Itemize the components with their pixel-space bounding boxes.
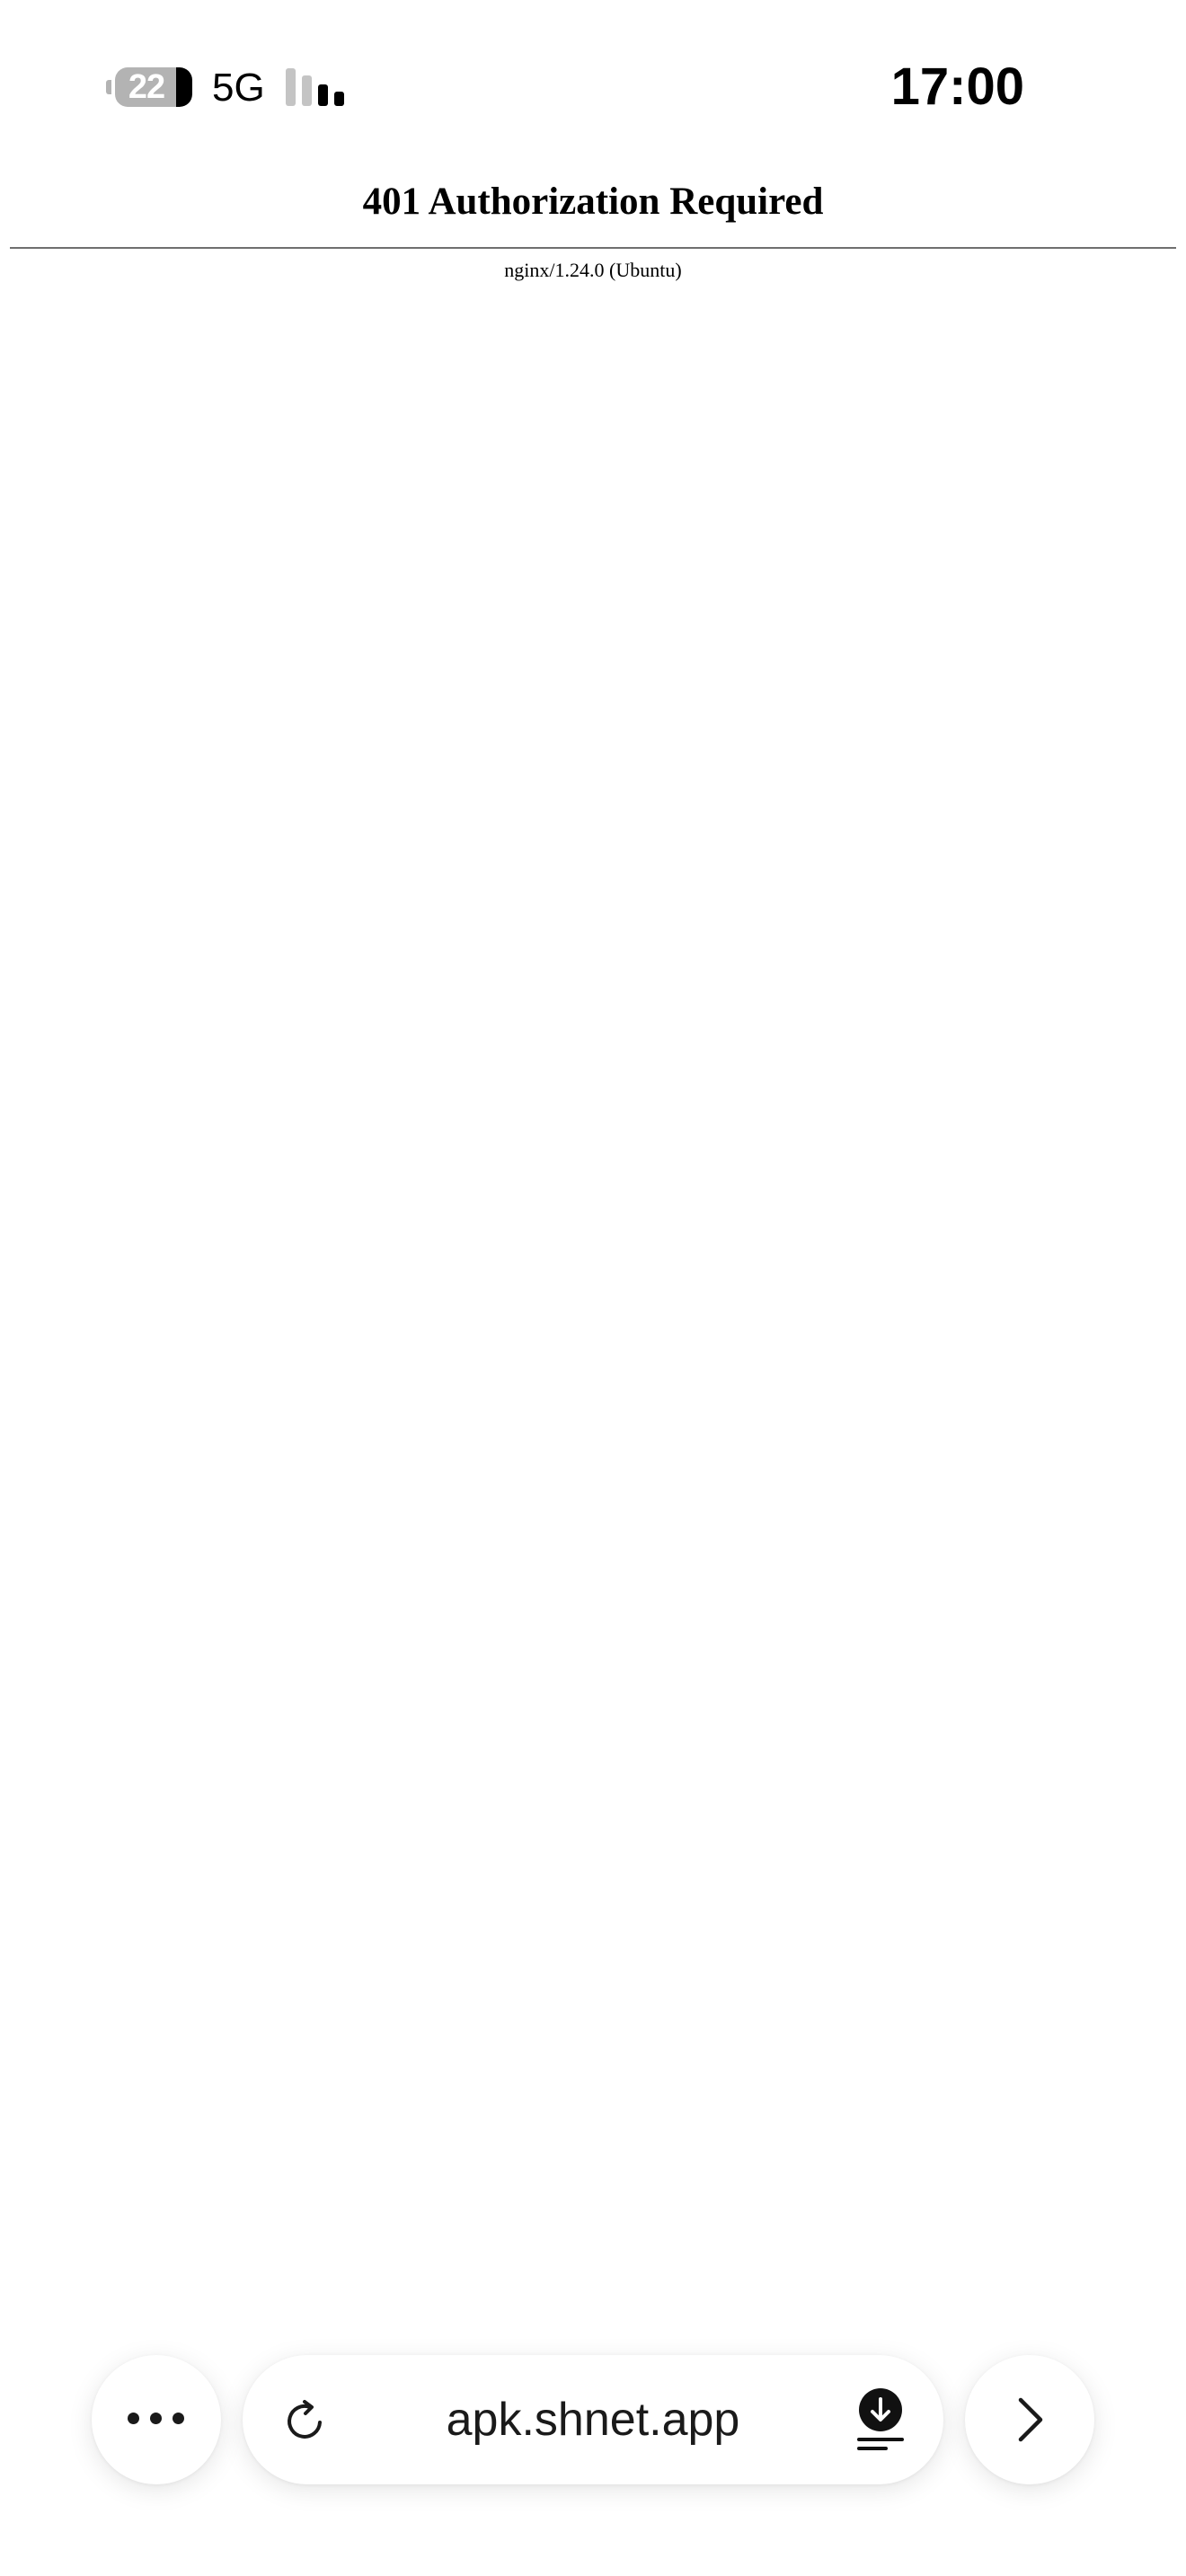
more-button[interactable] [92,2355,221,2484]
reload-icon[interactable] [280,2396,329,2445]
signal-bar-4 [334,92,344,106]
address-bar[interactable]: apk.shnet.app [243,2355,943,2484]
page-title: 401 Authorization Required [362,181,824,223]
signal-bar-2 [302,75,312,106]
status-time: 17:00 [890,57,1024,116]
url-text[interactable]: apk.shnet.app [350,2355,836,2484]
forward-button[interactable] [965,2355,1094,2484]
divider [10,247,1176,249]
battery-level: 22 [128,68,165,106]
battery-nub [106,80,111,94]
more-horizontal-icon [128,2413,185,2427]
status-bar: 22 5G 17:00 [0,0,1186,171]
browser-toolbar: apk.shnet.app [0,2335,1186,2497]
signal-strength-icon [286,68,349,106]
signal-bar-3 [318,84,328,106]
network-type: 5G [212,66,265,110]
download-icon[interactable] [854,2387,907,2452]
server-signature: nginx/1.24.0 (Ubuntu) [504,259,682,281]
signal-bar-1 [286,68,296,106]
battery-icon: 22 [115,67,192,107]
chevron-right-icon [1018,2397,1043,2442]
battery-fill [176,67,192,107]
